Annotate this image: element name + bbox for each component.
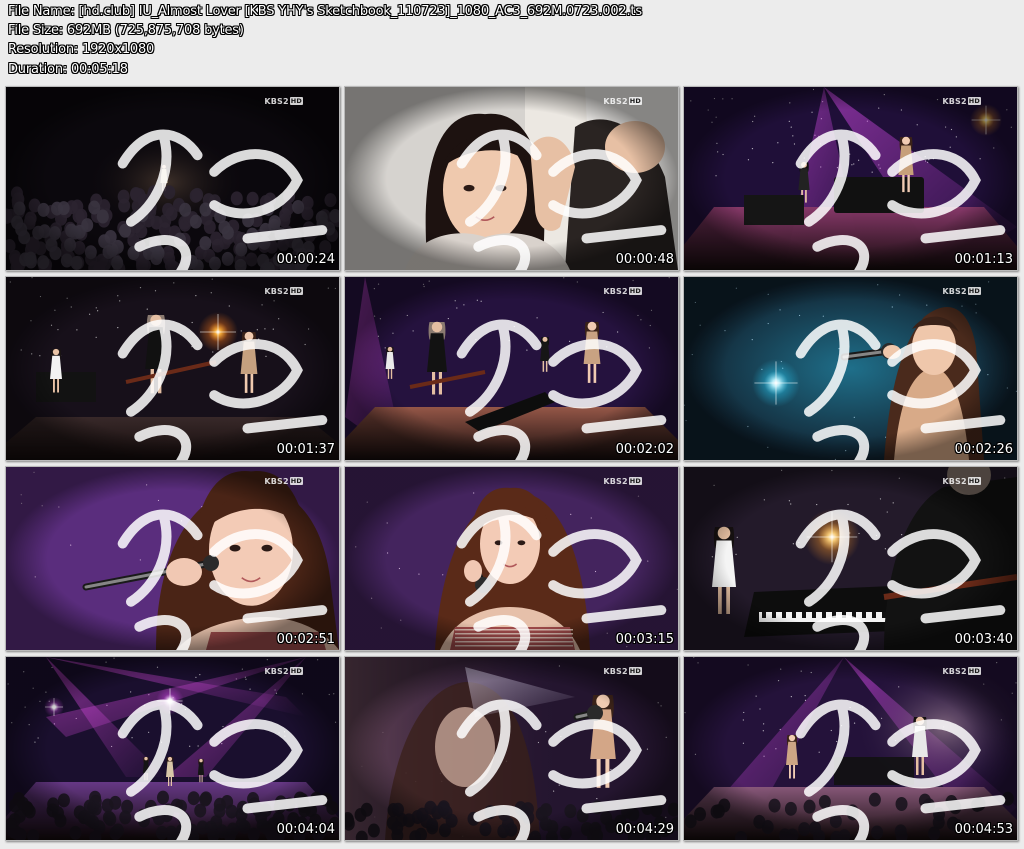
channel-watermark: KBS2 HD <box>264 97 303 106</box>
thumbnail-timestamp: 00:03:15 <box>615 632 674 647</box>
channel-watermark: KBS2 HD <box>264 667 303 676</box>
program-logo <box>56 97 328 270</box>
channel-label: KBS2 <box>603 97 628 106</box>
thumbnail-5[interactable]: KBS2 HD 00:02:02 <box>344 276 679 461</box>
hd-badge: HD <box>289 287 303 295</box>
thumbnail-timestamp: 00:03:40 <box>954 632 1013 647</box>
channel-watermark: KBS2 HD <box>603 287 642 296</box>
hd-badge: HD <box>628 667 642 675</box>
hd-badge: HD <box>628 97 642 105</box>
channel-label: KBS2 <box>942 667 967 676</box>
thumbnail-timestamp: 00:00:24 <box>276 252 335 267</box>
hd-badge: HD <box>628 477 642 485</box>
program-logo <box>395 287 667 460</box>
channel-watermark: KBS2 HD <box>942 287 981 296</box>
program-logo <box>395 667 667 840</box>
thumbnail-timestamp: 00:04:04 <box>276 822 335 837</box>
hd-badge: HD <box>289 477 303 485</box>
program-logo <box>395 97 667 270</box>
hd-badge: HD <box>289 97 303 105</box>
program-logo <box>395 477 667 650</box>
file-size-text: File Size: 692MB (725,875,708 bytes) <box>8 23 244 39</box>
hd-badge: HD <box>967 667 981 675</box>
thumbnail-4[interactable]: KBS2 HD 00:01:37 <box>5 276 340 461</box>
thumbnail-timestamp: 00:02:26 <box>954 442 1013 457</box>
hd-badge: HD <box>628 287 642 295</box>
hd-badge: HD <box>967 97 981 105</box>
channel-watermark: KBS2 HD <box>942 97 981 106</box>
file-name-text: File Name: [hd.club] IU_Almost Lover [KB… <box>8 4 642 19</box>
channel-watermark: KBS2 HD <box>603 667 642 676</box>
thumbnail-7[interactable]: KBS2 HD 00:02:51 <box>5 466 340 651</box>
duration-text: Duration: 00:05:18 <box>8 61 128 77</box>
thumbnail-timestamp: 00:01:37 <box>276 442 335 457</box>
program-logo <box>56 477 328 650</box>
thumbnail-10[interactable]: KBS2 HD 00:04:04 <box>5 656 340 841</box>
thumbnail-9[interactable]: KBS2 HD 00:03:40 <box>683 466 1018 651</box>
channel-label: KBS2 <box>603 287 628 296</box>
channel-label: KBS2 <box>942 97 967 106</box>
program-logo <box>56 287 328 460</box>
hd-badge: HD <box>967 287 981 295</box>
thumbnail-11[interactable]: KBS2 HD 00:04:29 <box>344 656 679 841</box>
thumbnail-timestamp: 00:02:51 <box>276 632 335 647</box>
thumbnail-12[interactable]: KBS2 HD 00:04:53 <box>683 656 1018 841</box>
thumbnail-8[interactable]: KBS2 HD 00:03:15 <box>344 466 679 651</box>
channel-watermark: KBS2 HD <box>603 97 642 106</box>
channel-label: KBS2 <box>603 667 628 676</box>
file-info-panel: File Name: [hd.club] IU_Almost Lover [KB… <box>8 2 642 79</box>
program-logo <box>734 287 1006 460</box>
thumbnail-timestamp: 00:00:48 <box>615 252 674 267</box>
channel-watermark: KBS2 HD <box>942 477 981 486</box>
thumbnail-timestamp: 00:04:29 <box>615 822 674 837</box>
contact-sheet: File Name: [hd.club] IU_Almost Lover [KB… <box>0 0 1024 849</box>
thumbnail-6[interactable]: KBS2 HD 00:02:26 <box>683 276 1018 461</box>
thumbnail-timestamp: 00:02:02 <box>615 442 674 457</box>
channel-watermark: KBS2 HD <box>942 667 981 676</box>
channel-watermark: KBS2 HD <box>264 477 303 486</box>
thumbnail-3[interactable]: KBS2 HD 00:01:13 <box>683 86 1018 271</box>
resolution-text: Resolution: 1920x1080 <box>8 42 155 58</box>
channel-watermark: KBS2 HD <box>603 477 642 486</box>
channel-label: KBS2 <box>942 287 967 296</box>
program-logo <box>734 97 1006 270</box>
thumbnail-timestamp: 00:01:13 <box>954 252 1013 267</box>
thumbnail-2[interactable]: KBS2 HD 00:00:48 <box>344 86 679 271</box>
program-logo <box>734 667 1006 840</box>
channel-label: KBS2 <box>942 477 967 486</box>
thumbnail-timestamp: 00:04:53 <box>954 822 1013 837</box>
channel-label: KBS2 <box>264 477 289 486</box>
program-logo <box>734 477 1006 650</box>
channel-label: KBS2 <box>603 477 628 486</box>
program-logo <box>56 667 328 840</box>
channel-watermark: KBS2 HD <box>264 287 303 296</box>
channel-label: KBS2 <box>264 667 289 676</box>
channel-label: KBS2 <box>264 287 289 296</box>
hd-badge: HD <box>967 477 981 485</box>
hd-badge: HD <box>289 667 303 675</box>
channel-label: KBS2 <box>264 97 289 106</box>
thumbnail-1[interactable]: KBS2 HD 00:00:24 <box>5 86 340 271</box>
